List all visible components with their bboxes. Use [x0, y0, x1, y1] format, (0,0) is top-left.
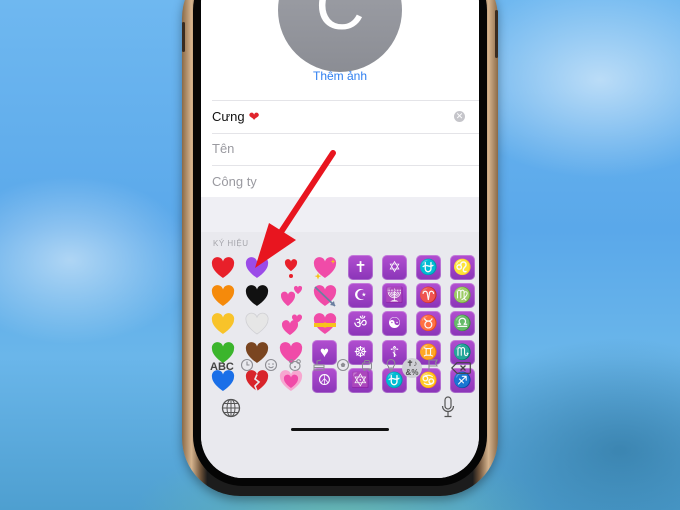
sparkling-heart-emoji[interactable] [311, 254, 339, 282]
clear-text-button[interactable]: ✕ [454, 111, 465, 122]
home-indicator[interactable] [291, 428, 389, 431]
recent-icon[interactable] [237, 358, 257, 378]
backspace-icon[interactable] [451, 362, 471, 374]
red-heart-emoji: ❤ [248, 109, 260, 124]
phone-screen: C Thêm ảnh Cưng ❤ ✕ Tên Công ty KÝ HIỆU ♥… [201, 0, 479, 478]
objects-icon[interactable] [381, 358, 401, 378]
yin-yang-emoji[interactable]: ☯ [382, 311, 407, 336]
first-name-field[interactable]: Tên [212, 133, 479, 166]
black-heart-emoji[interactable] [243, 282, 271, 310]
add-photo-link[interactable]: Thêm ảnh [201, 69, 479, 83]
microphone-icon[interactable] [441, 396, 455, 418]
yellow-heart-emoji[interactable] [209, 310, 237, 338]
heart-with-ribbon-emoji[interactable] [311, 310, 339, 338]
symbols-category-icon[interactable]: ✝♪ &% [402, 358, 422, 378]
star-and-crescent-emoji[interactable]: ☪ [348, 283, 373, 308]
travel-icon[interactable] [357, 358, 377, 378]
abc-key[interactable]: ABC [210, 361, 234, 373]
food-icon[interactable] [309, 358, 329, 378]
two-hearts-emoji[interactable] [277, 282, 305, 310]
star-of-david-emoji[interactable]: ✡ [382, 255, 407, 280]
flags-icon[interactable] [423, 358, 443, 378]
animals-icon[interactable] [285, 358, 305, 378]
purple-heart-emoji[interactable] [243, 254, 271, 282]
company-placeholder: Công ty [212, 174, 257, 189]
contact-avatar[interactable]: C [278, 0, 402, 72]
side-button-left [182, 22, 185, 52]
first-name-placeholder: Tên [212, 141, 235, 156]
nickname-field[interactable]: Cưng ❤ ✕ [212, 100, 479, 134]
nickname-value: Cưng [212, 109, 245, 124]
globe-icon[interactable] [221, 398, 241, 418]
latin-cross-emoji[interactable]: ✝ [348, 255, 373, 280]
category-bar: ABC ✝♪ &% [201, 356, 479, 380]
red-heart-emoji[interactable] [209, 254, 237, 282]
emoji-keyboard: KÝ HIỆU ♥ ☮ ✝ ✡ ⛎ ♌ ☪ 🕎 ♈ ♍ ॐ ☯ ♉ ♎ ☸ ☦ ♊ ♏ 🔯 ⛎ ♋ ♐ ABC [201, 232, 479, 478]
taurus-emoji[interactable]: ♉ [416, 311, 441, 336]
libra-emoji[interactable]: ♎ [450, 311, 475, 336]
om-emoji[interactable]: ॐ [348, 311, 373, 336]
virgo-emoji[interactable]: ♍ [450, 283, 475, 308]
section-label-symbols: KÝ HIỆU [213, 239, 249, 248]
form-background-gap [201, 197, 479, 233]
ophiuchus-emoji[interactable]: ⛎ [416, 255, 441, 280]
white-heart-emoji[interactable] [243, 310, 271, 338]
side-button-right [495, 10, 498, 58]
activity-icon[interactable] [333, 358, 353, 378]
aries-emoji[interactable]: ♈ [416, 283, 441, 308]
menorah-emoji[interactable]: 🕎 [382, 283, 407, 308]
avatar-initial: C [315, 0, 365, 44]
company-field[interactable]: Công ty [212, 166, 479, 198]
smileys-icon[interactable] [261, 358, 281, 378]
revolving-hearts-emoji[interactable] [277, 310, 305, 338]
orange-heart-emoji[interactable] [209, 282, 237, 310]
leo-emoji[interactable]: ♌ [450, 255, 475, 280]
heart-exclamation-emoji[interactable] [277, 254, 305, 282]
heart-with-arrow-emoji[interactable] [311, 282, 339, 310]
